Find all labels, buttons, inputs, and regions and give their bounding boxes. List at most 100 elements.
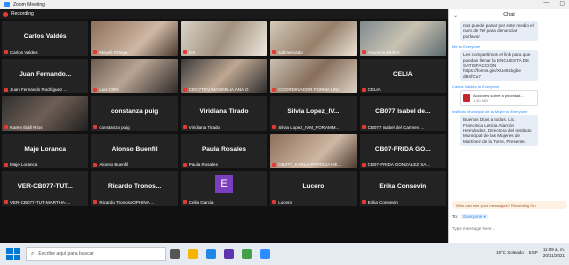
participant-tile[interactable]: Lucero Lucero <box>270 171 357 206</box>
participant-tile[interactable]: Azucena Muñoz <box>359 21 446 56</box>
chat-message: nos puede pasar por este medio el num de… <box>460 21 538 42</box>
participant-name-label: Juan Fernando Rodríguez ... <box>4 87 86 92</box>
participant-tile[interactable]: constanza puig constanza puig <box>91 96 178 131</box>
muted-mic-icon <box>4 200 8 204</box>
participant-display-name: Ricardo Tronos... <box>108 183 162 190</box>
participant-name-label: Ricardo TronosoOPHINA ... <box>93 200 175 205</box>
search-icon: ⌕ <box>31 250 35 257</box>
participant-name-label: CB077_KARLA PATRICIA HE... <box>272 162 354 167</box>
participant-name-label: Irm <box>182 50 265 55</box>
minimize-button[interactable]: — <box>543 0 549 7</box>
participant-tile[interactable]: CB077 Isabel de... CB077 Isabel del Carme… <box>359 96 446 131</box>
recording-indicator[interactable]: Recording <box>0 9 448 19</box>
participant-display-name: Viridiana Tirado <box>199 108 249 115</box>
record-icon <box>3 11 8 17</box>
participant-tile[interactable]: Silvia Lopez_IV... Silvia Lopez_IVM_FORAM… <box>270 96 357 131</box>
participant-tile[interactable]: Mayeli Ortega <box>91 21 178 56</box>
participant-name-label: Viridiana Tirado <box>182 125 265 130</box>
chat-messages[interactable]: nos puede pasar por este medio el num de… <box>449 21 569 197</box>
clock[interactable]: 11:09 a. m. 20/11/2021 <box>543 247 565 258</box>
participant-tile[interactable]: sofimercado <box>270 21 357 56</box>
participant-display-name: Erika Consevin <box>379 183 427 190</box>
chat-header: ⌄ Chat <box>449 9 569 21</box>
participant-tile[interactable]: E Celia Garcia <box>180 171 268 206</box>
participant-tile[interactable]: Ricardo Tronos... Ricardo TronosoOPHINA .… <box>91 171 178 206</box>
message-sender: Carlos Valdés to Everyone <box>452 84 500 90</box>
recipient-dropdown[interactable]: Everyone ▾ <box>461 214 488 219</box>
muted-mic-icon <box>93 50 98 54</box>
participant-tile[interactable]: CECYTEV MAXIMILIA ANA G <box>180 58 268 93</box>
participant-tile[interactable]: Carlos Valdés Carlos Valdes <box>2 21 89 56</box>
muted-mic-icon <box>182 125 187 129</box>
zoom-taskbar-icon[interactable] <box>260 249 270 259</box>
muted-mic-icon <box>4 87 8 92</box>
participant-display-name: CB077 Isabel de... <box>375 108 431 115</box>
participant-name-label: Mayeli Ortega <box>93 50 175 55</box>
chat-message: Les compartimos el link para que puedan … <box>460 50 538 82</box>
participant-tile[interactable]: Paula Rosales Paula Rosales <box>180 133 268 168</box>
muted-mic-icon <box>361 125 366 129</box>
edge-icon[interactable] <box>206 249 216 259</box>
recording-label: Recording <box>11 11 34 17</box>
participant-name-label: Maje Loranca <box>4 162 86 167</box>
message-sender: Me to Everyone <box>452 44 481 50</box>
window-title: Zoom Meeting <box>13 1 45 8</box>
muted-mic-icon <box>272 125 277 129</box>
participant-tile[interactable]: Erika Consevin Erika Consevin <box>359 171 446 206</box>
to-label: To: <box>452 214 459 219</box>
participant-tile[interactable]: CB077_KARLA PATRICIA HE... <box>270 133 357 168</box>
muted-mic-icon <box>93 87 98 92</box>
participant-tile[interactable]: Luis CRN <box>91 58 178 93</box>
participant-display-name: Juan Fernando... <box>19 70 72 78</box>
muted-mic-icon <box>361 200 366 204</box>
muted-mic-icon <box>182 50 187 54</box>
muted-mic-icon <box>361 50 366 54</box>
windows-start-icon[interactable] <box>6 248 20 260</box>
muted-mic-icon <box>272 87 277 92</box>
participant-display-name: Maje Loranca <box>24 145 66 153</box>
muted-mic-icon <box>4 162 8 167</box>
recipient-selector[interactable]: To: Everyone ▾ <box>452 214 488 220</box>
participant-name-label: Alonso Buenfil <box>93 162 175 167</box>
taskbar-search[interactable]: ⌕ Escribe aquí para buscar <box>26 247 166 261</box>
title-bar: Zoom Meeting — ▢ <box>0 0 569 9</box>
muted-mic-icon <box>182 162 187 167</box>
participant-name-label: Lucero <box>272 200 354 205</box>
muted-mic-icon <box>361 162 366 167</box>
participant-name-label: VER-CB077-TUT-MARTHA-... <box>4 200 86 205</box>
muted-mic-icon <box>93 200 98 204</box>
participant-name-label: Carlos Valdes <box>4 50 86 55</box>
participant-name-label: Paula Rosales <box>182 162 265 167</box>
participant-name-label: CB07-FRIDA GONZALEZ SA... <box>361 162 444 167</box>
participant-display-name: CB07-FRIDA GO... <box>374 145 431 153</box>
participant-tile[interactable]: Maje Loranca Maje Loranca <box>2 133 89 168</box>
participant-tile[interactable]: CELIA CELIA <box>359 58 446 93</box>
weather-label[interactable]: 19°C Soleado <box>496 250 524 255</box>
maximize-button[interactable]: ▢ <box>559 0 565 7</box>
chat-message: Buenos Días a todos. Lic. Francisca Leti… <box>460 115 538 147</box>
taskbar: ⌕ Escribe aquí para buscar 19°C Soleado … <box>0 243 569 265</box>
participant-name-label: CECYTEV MAXIMILIA ANA G <box>182 87 265 92</box>
chat-message-input[interactable] <box>452 223 564 233</box>
participant-tile[interactable]: COORDINADOR FORMA UNI <box>270 58 357 93</box>
participant-tile[interactable]: Karen Ibáñ Ríos <box>2 96 89 131</box>
language-indicator[interactable]: ESP <box>529 250 538 255</box>
chevron-down-icon[interactable]: ⌄ <box>453 12 458 19</box>
participant-tile[interactable]: Alonso Buenfil Alonso Buenfil <box>91 133 178 168</box>
participant-tile[interactable]: VER-CB077-TUT... VER-CB077-TUT-MARTHA-... <box>2 171 89 206</box>
participant-name-label: COORDINADOR FORMA UNI <box>272 87 354 92</box>
participant-tile[interactable]: Juan Fernando... Juan Fernando Rodríguez … <box>2 58 89 93</box>
who-can-see-banner[interactable]: Who can see your messages? Recording On <box>452 201 567 209</box>
participant-tile[interactable]: Viridiana Tirado Viridiana Tirado <box>180 96 268 131</box>
muted-mic-icon <box>4 125 8 129</box>
file-attachment[interactable]: Acciones sobre a prioridad... 1.50 MB <box>460 90 538 107</box>
file-explorer-icon[interactable] <box>188 249 198 259</box>
chrome-icon[interactable] <box>242 249 252 259</box>
participant-grid: Carlos Valdés Carlos Valdes Mayeli Ortega I… <box>2 21 446 243</box>
participant-tile[interactable]: Irm <box>180 21 268 56</box>
muted-mic-icon <box>182 87 187 92</box>
store-icon[interactable] <box>224 249 234 259</box>
task-view-icon[interactable] <box>170 249 180 259</box>
participant-display-name: constanza puig <box>110 108 159 115</box>
participant-tile[interactable]: CB07-FRIDA GO... CB07-FRIDA GONZALEZ SA..… <box>359 133 446 168</box>
